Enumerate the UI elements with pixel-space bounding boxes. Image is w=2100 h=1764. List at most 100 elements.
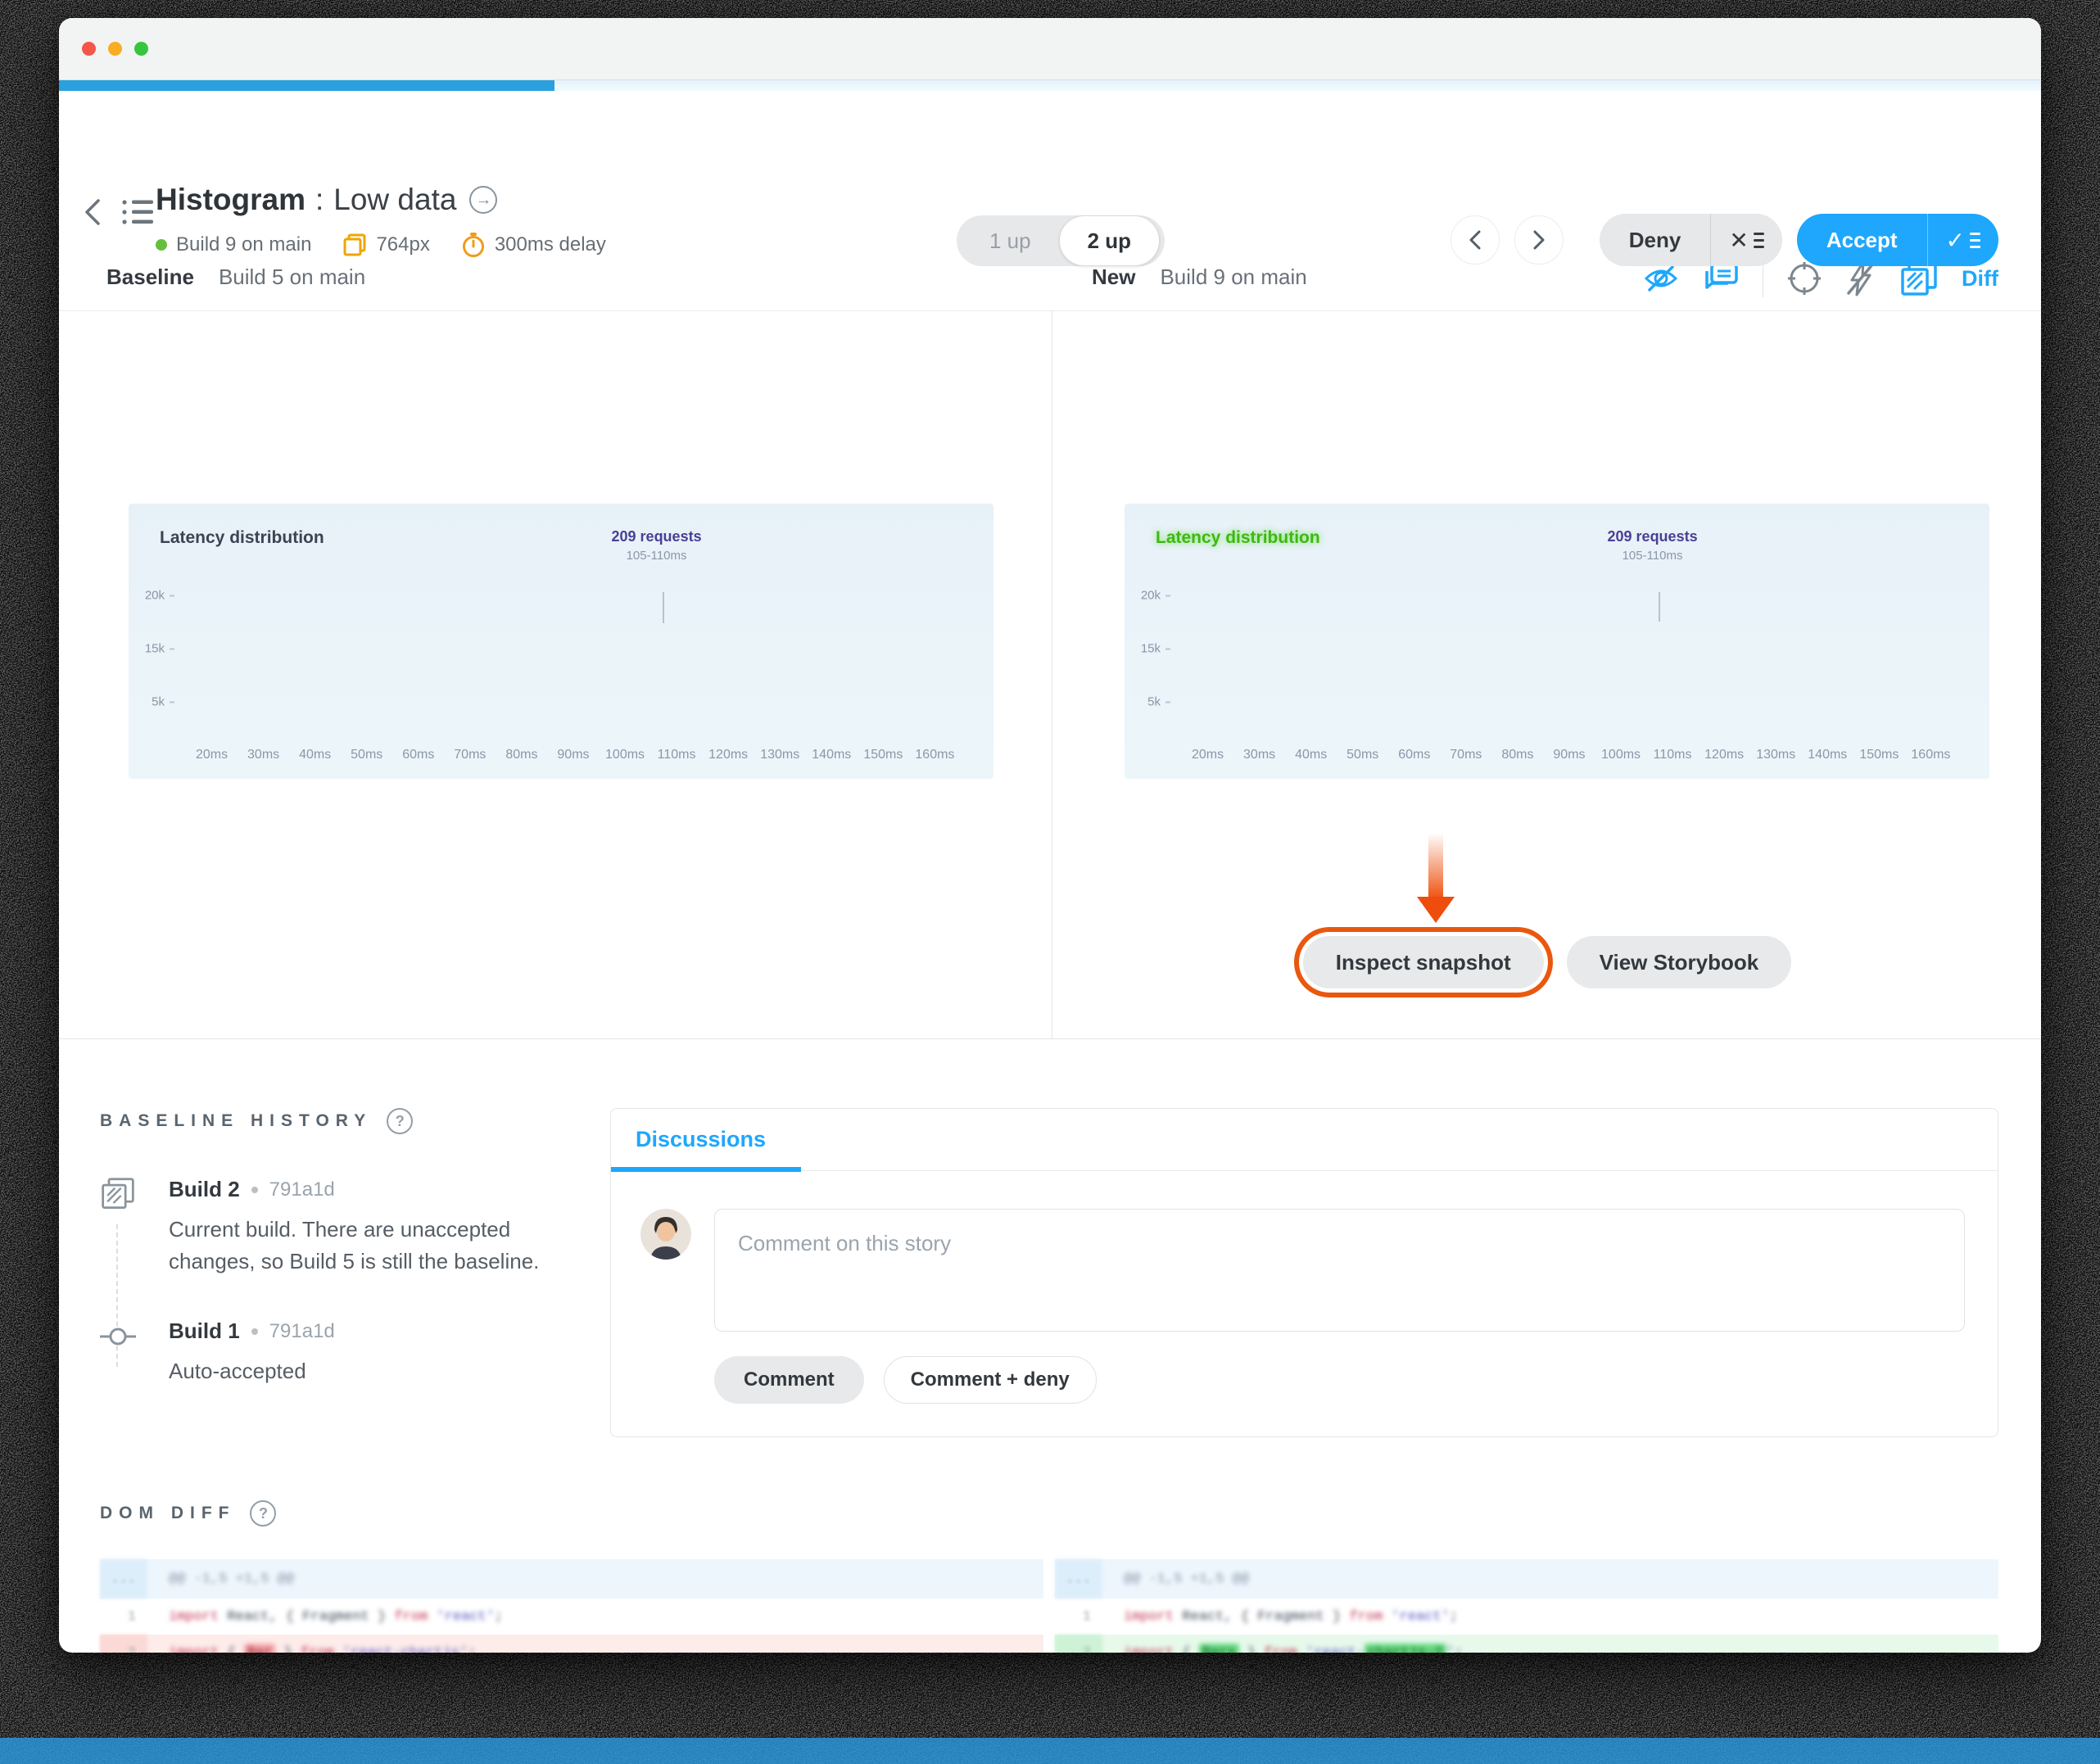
- x-tick-label: 140ms: [812, 748, 852, 762]
- x-tick-label: 50ms: [1346, 748, 1379, 762]
- diff-line: 1 import React, { Fragment } from 'react'…: [1055, 1599, 1998, 1635]
- tab-discussions[interactable]: Discussions: [636, 1127, 766, 1152]
- minimize-window-button[interactable]: [108, 42, 122, 56]
- x-tick-label: 110ms: [657, 748, 696, 762]
- go-to-story-icon[interactable]: →: [469, 186, 498, 214]
- y-axis: 20k 15k 5k: [1138, 563, 1179, 728]
- baseline-history-section: BASELINE HISTORY ? Build 2 791a1d Curren…: [100, 1108, 559, 1479]
- y-tick-label: 15k: [145, 642, 174, 656]
- diff-line-code: import { Bars } from 'react-chartjs-2 ';: [1102, 1635, 1998, 1653]
- new-label: New: [1092, 265, 1136, 289]
- story-list-icon[interactable]: [121, 198, 154, 226]
- y-tick-label: 15k: [1141, 642, 1170, 656]
- x-tick-label: 60ms: [1398, 748, 1431, 762]
- diff-hunk-row: ... @@ -1,5 +1,5 @@: [1055, 1559, 1998, 1599]
- viewport-icon: [343, 233, 366, 256]
- x-tick-label: 110ms: [1653, 748, 1692, 762]
- viewport-size: 764px: [342, 233, 430, 257]
- annotation-range: 105-110ms: [1622, 549, 1683, 563]
- history-build-name[interactable]: Build 2: [169, 1177, 240, 1202]
- one-up-option[interactable]: 1 up: [962, 215, 1059, 266]
- bullet-icon: [251, 1186, 258, 1193]
- code-token: ;: [494, 1608, 504, 1625]
- zoom-window-button[interactable]: [134, 42, 148, 56]
- diff-toggle-label[interactable]: Diff: [1962, 266, 1998, 292]
- annotation-pointer-line: [663, 592, 665, 623]
- x-tick-label: 40ms: [299, 748, 332, 762]
- baseline-panel: Latency distribution 20k 15k 5k 20ms 30ms 40ms…: [59, 311, 1052, 1038]
- diff-line: 2 import { Bars } from 'react-chartjs-2 ';: [1055, 1635, 1998, 1653]
- diff-line-number: 1: [127, 1608, 136, 1625]
- back-button[interactable]: [82, 196, 103, 228]
- y-tick-label: 5k: [1147, 694, 1170, 708]
- code-token: from: [1349, 1608, 1383, 1625]
- code-token: ;: [468, 1644, 477, 1653]
- window-titlebar: [59, 18, 2041, 80]
- view-storybook-button[interactable]: View Storybook: [1566, 936, 1792, 988]
- accept-button[interactable]: Accept: [1797, 214, 1927, 266]
- history-build-name[interactable]: Build 1: [169, 1318, 240, 1344]
- x-tick-label: 80ms: [1501, 748, 1534, 762]
- x-tick-label: 60ms: [402, 748, 435, 762]
- diff-line-code: import React, { Fragment } from 'react';: [1102, 1599, 1998, 1635]
- x-tick-label: 70ms: [1450, 748, 1482, 762]
- two-up-option[interactable]: 2 up: [1058, 215, 1161, 266]
- view-mode-toggle: 1 up 2 up: [957, 215, 1165, 266]
- previous-change-button[interactable]: [1450, 215, 1500, 265]
- diff-line-number: 2: [100, 1635, 147, 1653]
- diff-hunk-text: @@ -1,5 +1,5 @@: [1124, 1571, 1250, 1587]
- snapshot-diff-icon: [100, 1177, 136, 1278]
- annotation-range: 105-110ms: [626, 549, 687, 563]
- x-tick-label: 160ms: [915, 748, 955, 762]
- annotation-value: 209 requests: [611, 528, 702, 545]
- x-icon: ✕: [1729, 227, 1749, 253]
- component-name: Histogram: [156, 183, 305, 216]
- code-token: Bars: [1198, 1643, 1239, 1653]
- x-tick-label: 160ms: [1911, 748, 1951, 762]
- batch-accept-button[interactable]: ✓: [1926, 214, 1998, 266]
- passed-dot-icon: [156, 239, 167, 251]
- inspect-snapshot-button[interactable]: Inspect snapshot: [1302, 936, 1544, 988]
- code-token: {: [219, 1644, 244, 1653]
- annotation-value: 209 requests: [1607, 528, 1698, 545]
- comment-deny-button[interactable]: Comment + deny: [883, 1356, 1097, 1404]
- comment-button[interactable]: Comment: [714, 1356, 864, 1404]
- deny-button[interactable]: Deny: [1600, 214, 1711, 266]
- build-status: Build 9 on main: [156, 233, 311, 256]
- x-tick-label: 150ms: [1859, 748, 1899, 762]
- code-token: 'react-: [1297, 1644, 1365, 1653]
- code-token: ;: [1454, 1644, 1463, 1653]
- comments-icon[interactable]: [1702, 261, 1740, 296]
- close-window-button[interactable]: [82, 42, 96, 56]
- title-separator: :: [315, 183, 324, 216]
- chart-title: Latency distribution: [1156, 528, 1320, 547]
- history-description: Auto-accepted: [169, 1359, 306, 1383]
- batch-deny-button[interactable]: ✕: [1710, 214, 1781, 266]
- annotation-pointer-line: [1659, 592, 1661, 622]
- x-tick-label: 120ms: [708, 748, 749, 762]
- x-axis: 20ms 30ms 40ms 50ms 60ms 70ms 80ms 90ms 100ms 110…: [1182, 748, 1957, 762]
- history-commit-hash[interactable]: 791a1d: [269, 1320, 335, 1343]
- baseline-history-heading: BASELINE HISTORY: [100, 1111, 373, 1130]
- comment-input[interactable]: [714, 1209, 1965, 1332]
- baseline-histogram-chart: Latency distribution 20k 15k 5k 20ms 30ms 40ms…: [129, 504, 993, 779]
- history-commit-hash[interactable]: 791a1d: [269, 1178, 335, 1201]
- chart-title: Latency distribution: [160, 528, 324, 547]
- app-window: Histogram : Low data → Build 9 on main 7…: [59, 18, 2041, 1653]
- stopwatch-icon: [462, 233, 484, 257]
- progress-bar: [59, 80, 2041, 91]
- x-tick-label: 90ms: [557, 748, 590, 762]
- help-icon[interactable]: ?: [250, 1500, 277, 1527]
- code-token: {: [1174, 1644, 1199, 1653]
- diff-old-side: ... @@ -1,5 +1,5 @@ 1 import React, { Fragm…: [100, 1559, 1043, 1653]
- bottom-blue-strip: [0, 1738, 2100, 1764]
- dom-diff-viewer[interactable]: ... @@ -1,5 +1,5 @@ 1 import React, { Fragm…: [100, 1559, 1998, 1653]
- next-change-button[interactable]: [1514, 215, 1564, 265]
- code-token: ;: [1449, 1608, 1459, 1625]
- hide-diff-eye-off-icon[interactable]: [1643, 262, 1679, 295]
- help-icon[interactable]: ?: [387, 1108, 414, 1134]
- progress-bar-fill: [59, 80, 554, 91]
- new-build: Build 9 on main: [1160, 265, 1307, 289]
- y-tick-label: 20k: [1141, 589, 1170, 603]
- diff-line-number: 1: [1082, 1608, 1091, 1625]
